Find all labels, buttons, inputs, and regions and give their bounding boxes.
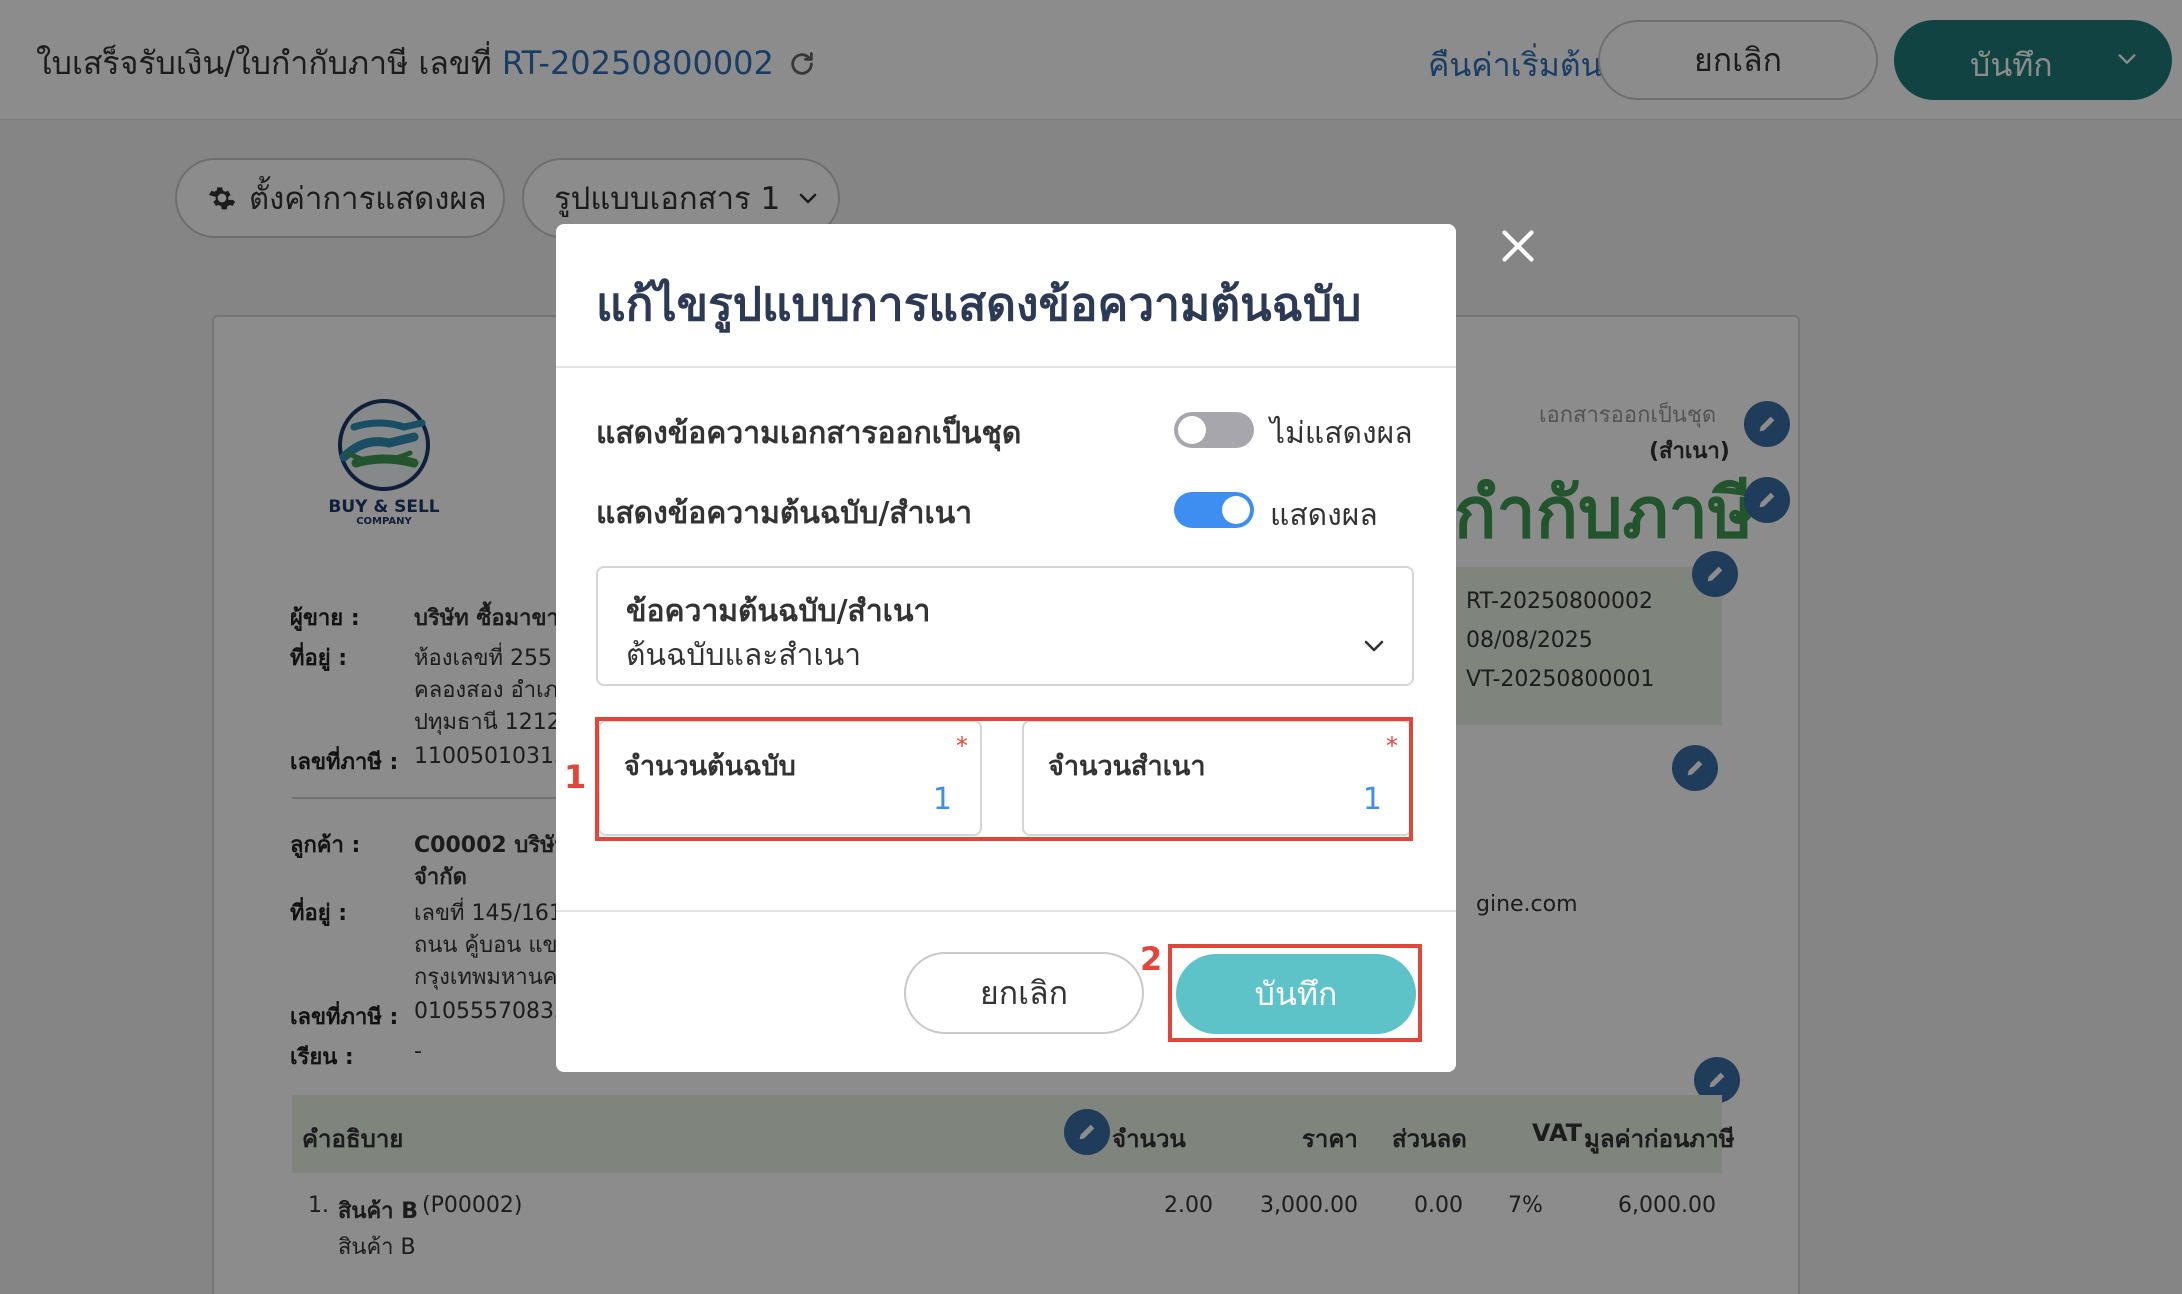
divider	[556, 910, 1456, 912]
original-copy-toggle[interactable]	[1174, 492, 1254, 528]
original-copy-select[interactable]: ข้อความต้นฉบับ/สำเนา ต้นฉบับและสำเนา	[596, 566, 1414, 686]
annotation-number-step1: 1	[564, 758, 587, 796]
toggle-knob	[1222, 496, 1250, 524]
annotation-number-step2: 2	[1140, 940, 1163, 978]
series-toggle[interactable]	[1174, 412, 1254, 448]
select-label: ข้อความต้นฉบับ/สำเนา	[626, 594, 931, 629]
modal-title: แก้ไขรูปแบบการแสดงข้อความต้นฉบับ	[596, 277, 1362, 331]
chevron-down-icon	[1364, 640, 1384, 652]
original-copy-toggle-state: แสดงผล	[1270, 498, 1378, 533]
close-icon[interactable]	[1500, 228, 1536, 264]
series-toggle-state: ไม่แสดงผล	[1270, 416, 1413, 451]
annotation-highlight-step2	[1168, 944, 1422, 1042]
annotation-highlight-step1	[595, 717, 1413, 841]
divider	[556, 366, 1456, 368]
toggle-knob	[1178, 416, 1206, 444]
modal-cancel-button[interactable]: ยกเลิก	[904, 952, 1144, 1034]
series-toggle-label: แสดงข้อความเอกสารออกเป็นชุด	[596, 416, 1022, 451]
select-value: ต้นฉบับและสำเนา	[626, 638, 862, 673]
original-copy-toggle-label: แสดงข้อความต้นฉบับ/สำเนา	[596, 496, 973, 531]
